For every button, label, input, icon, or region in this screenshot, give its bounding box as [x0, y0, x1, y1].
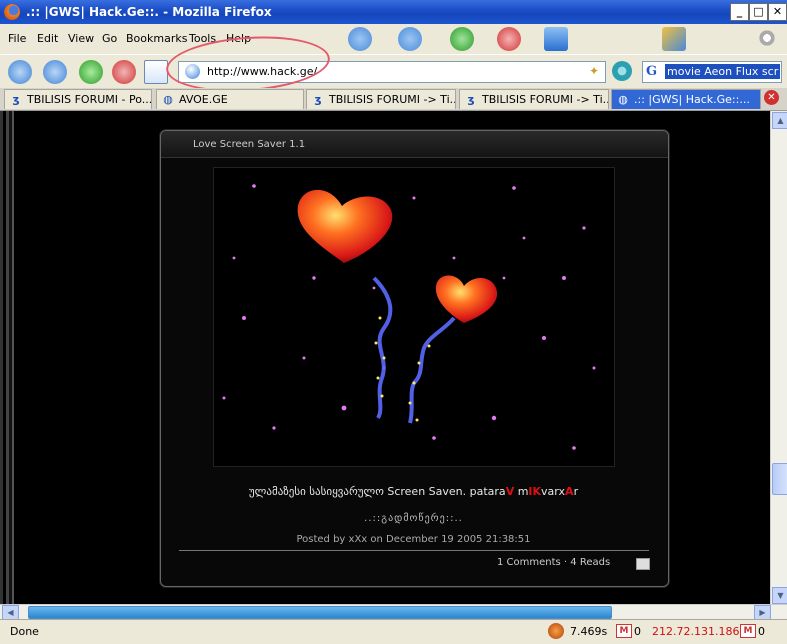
tab-label: TBILISIS FORUMI -> Ti... — [329, 93, 456, 106]
back-small-icon[interactable] — [348, 27, 372, 51]
menu-bar: File Edit View Go Bookmarks Tools Help — [0, 24, 787, 54]
forward-icon[interactable] — [43, 60, 67, 84]
print-icon[interactable] — [636, 558, 650, 570]
mail-count: 0 — [634, 625, 641, 638]
caption-text: ულამაზესი სასიყვარულო Screen Saven. pata… — [248, 485, 506, 498]
scroll-down-icon[interactable]: ▼ — [772, 587, 787, 604]
ip-address: 212.72.131.186 — [652, 625, 740, 638]
back-icon[interactable] — [8, 60, 32, 84]
google-icon: G — [646, 64, 658, 79]
go-icon[interactable] — [612, 61, 632, 81]
search-input[interactable]: movie Aeon Flux scr — [665, 64, 781, 79]
caption-text-2: m — [514, 485, 529, 498]
vertical-scrollbar[interactable]: ▲ ▼ — [770, 111, 787, 604]
tab-label: .:: |GWS| Hack.Ge::... — [634, 93, 750, 106]
title-bar: .:: |GWS| Hack.Ge::. - Mozilla Firefox _… — [0, 0, 787, 24]
tab-2[interactable]: ◍ AVOE.GE — [156, 89, 304, 109]
security-icon[interactable]: ✦ — [589, 64, 599, 78]
fasterfox-icon[interactable] — [548, 623, 564, 639]
status-text: Done — [10, 625, 39, 638]
close-button[interactable]: ✕ — [768, 3, 787, 21]
menu-bookmarks[interactable]: Bookmarks — [126, 32, 187, 45]
globe-icon: ◍ — [618, 93, 628, 106]
download-link[interactable]: ..::გადმოწერე::.. — [160, 513, 667, 524]
status-bar: Done 7.469s M 0 212.72.131.186 M 0 — [0, 619, 787, 644]
tab-label: AVOE.GE — [179, 93, 228, 106]
tab-3[interactable]: ʒ TBILISIS FORUMI -> Ti... — [306, 89, 456, 109]
forum-icon: ʒ — [467, 93, 475, 106]
globe-icon: ◍ — [163, 93, 173, 106]
caption-text-4: r — [573, 485, 579, 498]
maximize-button[interactable]: □ — [749, 3, 768, 21]
caption-text-3: varx — [541, 485, 566, 498]
comments-link[interactable]: 1 Comments · 4 Reads — [497, 557, 610, 568]
minimize-button[interactable]: _ — [730, 3, 749, 21]
extension-icon[interactable] — [662, 27, 686, 51]
caption-red-3: A — [565, 485, 574, 498]
hearts-artwork — [222, 184, 596, 450]
tab-5[interactable]: ◍ .:: |GWS| Hack.Ge::... — [611, 89, 761, 109]
article-title: Love Screen Saver 1.1 — [193, 139, 306, 150]
tab-1[interactable]: ʒ TBILISIS FORUMI - Po... — [4, 89, 152, 109]
scroll-up-icon[interactable]: ▲ — [772, 112, 787, 129]
article-caption: ულამაზესი სასიყვარულო Screen Saven. pata… — [160, 485, 667, 498]
hscroll-thumb[interactable] — [28, 606, 612, 619]
forward-small-icon[interactable] — [398, 27, 422, 51]
throbber-icon — [758, 29, 776, 47]
reload-small-icon[interactable] — [450, 27, 474, 51]
window-title: .:: |GWS| Hack.Ge::. - Mozilla Firefox — [26, 5, 272, 19]
scroll-right-icon[interactable]: ▶ — [754, 605, 771, 620]
caption-red-2: IK — [528, 485, 542, 498]
posted-info: Posted by xXx on December 19 2005 21:38:… — [296, 534, 531, 545]
tab-4[interactable]: ʒ TBILISIS FORUMI -> Ti... — [459, 89, 609, 109]
new-tab-icon[interactable] — [544, 27, 568, 51]
search-bar[interactable]: G movie Aeon Flux scr — [642, 61, 782, 83]
forum-icon: ʒ — [12, 93, 20, 106]
left-frame — [0, 111, 18, 604]
tab-label: TBILISIS FORUMI -> Ti... — [482, 93, 609, 106]
article-header: Love Screen Saver 1.1 — [161, 131, 668, 158]
menu-edit[interactable]: Edit — [37, 32, 58, 45]
reload-icon[interactable] — [79, 60, 103, 84]
menu-file[interactable]: File — [8, 32, 26, 45]
caption-red-1: V — [505, 485, 515, 498]
tab-bar: ʒ TBILISIS FORUMI - Po... ◍ AVOE.GE ʒ TBILI… — [0, 88, 787, 111]
mail-count-2: 0 — [758, 625, 765, 638]
article-divider — [179, 550, 649, 551]
scroll-left-icon[interactable]: ◀ — [2, 605, 19, 620]
menu-view[interactable]: View — [68, 32, 94, 45]
scroll-thumb[interactable] — [772, 463, 787, 495]
forum-icon: ʒ — [314, 93, 322, 106]
tab-label: TBILISIS FORUMI - Po... — [27, 93, 152, 106]
menu-go[interactable]: Go — [102, 32, 117, 45]
page-load-time: 7.469s — [570, 625, 608, 638]
screensaver-image[interactable] — [213, 167, 615, 467]
gmail-icon-2[interactable]: M — [740, 624, 756, 638]
firefox-icon — [4, 4, 20, 20]
stop-icon[interactable] — [112, 60, 136, 84]
stop-small-icon[interactable] — [497, 27, 521, 51]
horizontal-scrollbar[interactable]: ◀ ▶ — [0, 604, 787, 620]
close-tab-icon[interactable]: ✕ — [764, 90, 779, 105]
home-icon[interactable] — [144, 60, 168, 84]
gmail-icon[interactable]: M — [616, 624, 632, 638]
